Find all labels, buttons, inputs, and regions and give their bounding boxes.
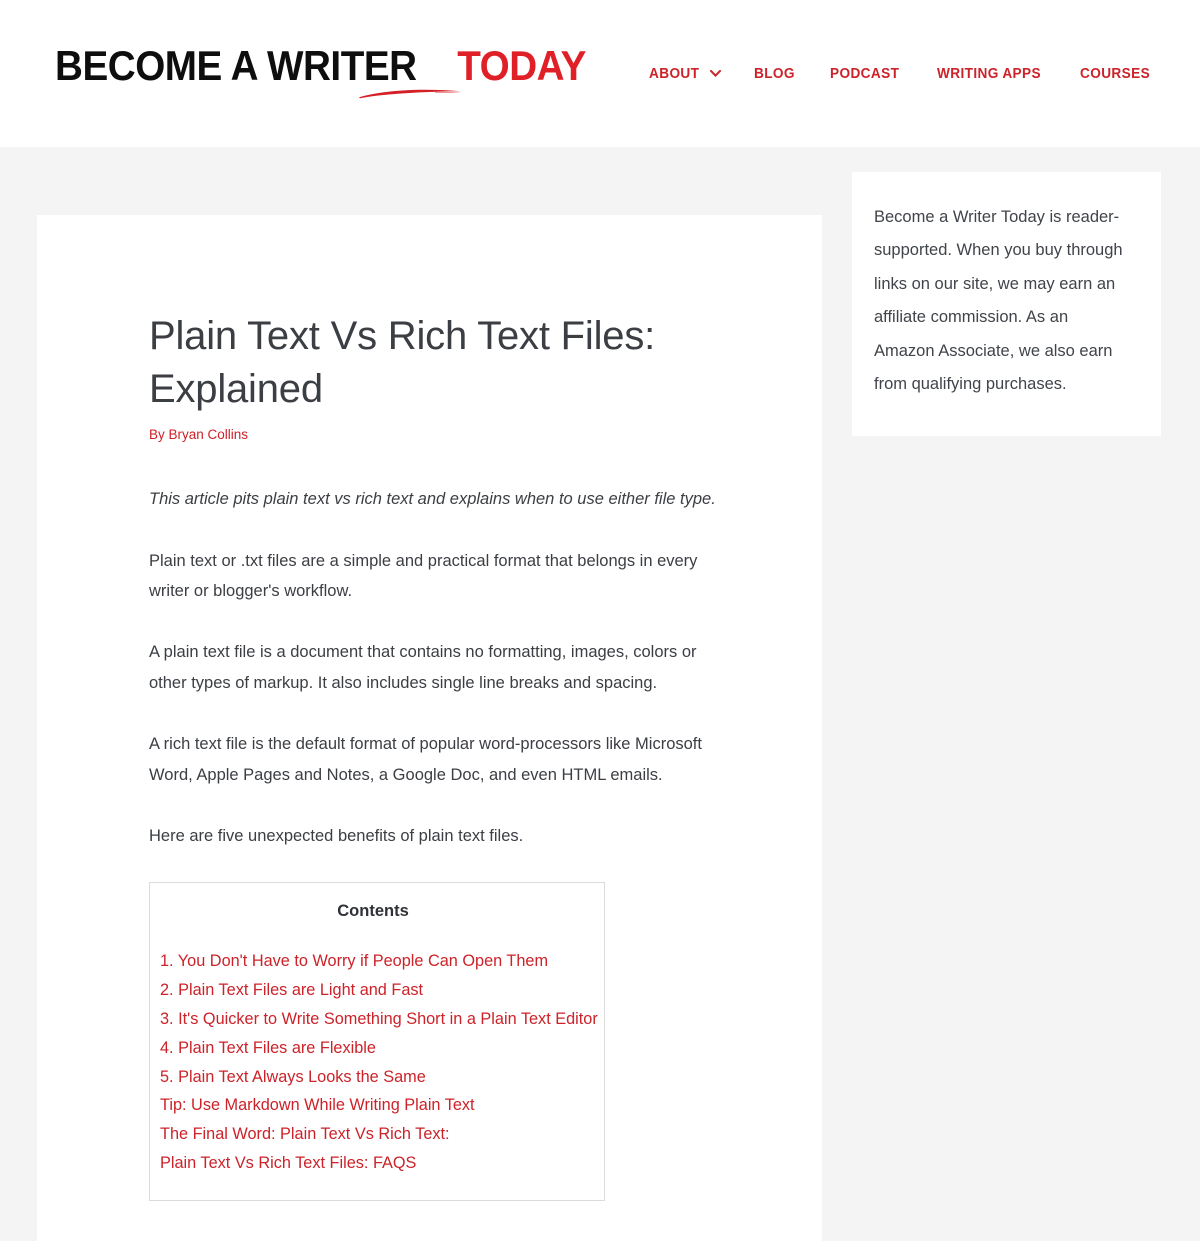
brush-underline-icon [357,87,465,99]
nav-item-label: PODCAST [830,65,900,82]
table-of-contents: Contents 1. You Don't Have to Worry if P… [149,882,605,1201]
main-navigation[interactable]: ABOUT BLOG PODCAST WRITING APPS COURSES [649,66,1155,82]
toc-item[interactable]: The Final Word: Plain Text Vs Rich Text: [160,1120,586,1149]
toc-item[interactable]: 5. Plain Text Always Looks the Same [160,1063,586,1092]
chevron-down-icon[interactable] [709,69,722,78]
nav-item-label: ABOUT [649,65,700,82]
toc-item[interactable]: Tip: Use Markdown While Writing Plain Te… [160,1091,586,1120]
byline: By Bryan Collins [149,427,732,442]
article-paragraph: Plain text or .txt files are a simple an… [149,551,698,601]
site-logo[interactable]: BECOME A WRITER TODAY [55,41,598,103]
toc-item[interactable]: 4. Plain Text Files are Flexible [160,1034,586,1063]
table-of-contents-title: Contents [337,902,409,921]
site-header: BECOME A WRITER TODAY ABOUT BLOG PODCAST … [0,0,1200,147]
page-content-wrapper: Plain Text Vs Rich Text Files: Explained… [0,147,1200,1241]
nav-item-blog[interactable]: BLOG [754,66,798,82]
byline-prefix: By [149,427,169,443]
article-paragraph: A rich text file is the default format o… [149,735,702,784]
nav-item-podcast[interactable]: PODCAST [830,66,904,82]
author-link[interactable]: Bryan Collins [169,427,249,442]
article-card: Plain Text Vs Rich Text Files: Explained… [37,215,822,1241]
toc-item[interactable]: 2. Plain Text Files are Light and Fast [160,976,586,1005]
toc-item[interactable]: 1. You Don't Have to Worry if People Can… [160,947,586,976]
page-title: Plain Text Vs Rich Text Files: Explained [149,314,656,412]
article-paragraph: A plain text file is a document that con… [149,643,697,692]
article-body: This article pits plain text vs rich tex… [149,484,732,851]
nav-item-courses[interactable]: COURSES [1080,66,1155,82]
table-of-contents-list: 1. You Don't Have to Worry if People Can… [160,947,598,1178]
toc-item[interactable]: Plain Text Vs Rich Text Files: FAQS [160,1149,586,1178]
logo-text-accent: TODAY [457,41,586,89]
affiliate-disclaimer-card: Become a Writer Today is reader-supporte… [852,172,1161,436]
affiliate-disclaimer-text: Become a Writer Today is reader-supporte… [874,208,1123,394]
nav-item-label: COURSES [1080,65,1151,82]
sidebar: Become a Writer Today is reader-supporte… [852,172,1161,436]
nav-item-about[interactable]: ABOUT [649,65,722,82]
toc-item[interactable]: 3. It's Quicker to Write Something Short… [160,1005,598,1034]
nav-item-label: BLOG [753,65,795,82]
article-paragraph: Here are five unexpected benefits of pla… [149,826,524,845]
article-paragraph-lede: This article pits plain text vs rich tex… [149,490,716,509]
logo-text-primary: BECOME A WRITER [55,41,417,89]
nav-item-writing-apps[interactable]: WRITING APPS [937,66,1048,82]
nav-item-label: WRITING APPS [936,65,1041,82]
